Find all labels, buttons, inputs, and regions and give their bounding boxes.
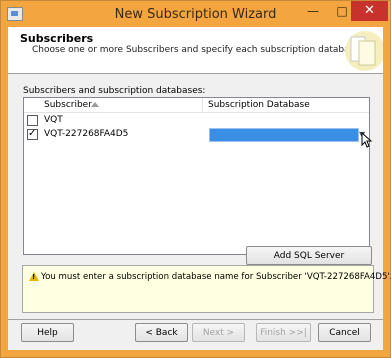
- help-button[interactable]: Help: [21, 323, 74, 342]
- grid-label: Subscribers and subscription databases:: [23, 86, 206, 96]
- column-header-subscriber[interactable]: Subscriber: [44, 100, 92, 110]
- subscriber-checkbox[interactable]: [27, 115, 38, 126]
- subscriber-grid[interactable]: Subscriber Subscription Database VQT VQT…: [23, 97, 370, 255]
- next-button[interactable]: Next >: [192, 323, 245, 342]
- sort-ascending-icon: [91, 102, 99, 107]
- add-sql-server-subscriber-button[interactable]: Add SQL Server Subscriber...: [246, 246, 372, 280]
- column-header-database[interactable]: Subscription Database: [208, 100, 310, 110]
- close-button[interactable]: ✕: [351, 1, 388, 21]
- subscriber-name: VQT-227268FA4D5: [44, 129, 129, 139]
- grid-header: Subscriber Subscription Database: [24, 98, 369, 113]
- table-row[interactable]: VQT: [24, 114, 369, 127]
- title-bar[interactable]: New Subscription Wizard — □ ✕: [1, 1, 390, 27]
- page-subtitle: Choose one or more Subscribers and speci…: [32, 45, 363, 55]
- wizard-graphic-icon: [345, 31, 383, 71]
- back-button[interactable]: < Back: [135, 323, 188, 342]
- minimize-button[interactable]: —: [299, 1, 327, 21]
- finish-button[interactable]: Finish >>|: [256, 323, 311, 342]
- warning-mark: !: [32, 273, 36, 281]
- subscriber-checkbox[interactable]: [27, 128, 38, 140]
- page-title: Subscribers: [20, 32, 94, 45]
- wizard-window: New Subscription Wizard — □ ✕ Subscriber…: [0, 0, 391, 358]
- subscriber-name: VQT: [44, 115, 63, 125]
- column-divider[interactable]: [202, 98, 203, 112]
- mouse-cursor-icon: [361, 132, 373, 148]
- table-row[interactable]: VQT-227268FA4D5 ▼: [24, 128, 369, 142]
- footer-divider: [8, 319, 383, 320]
- validation-message: ! You must enter a subscription database…: [22, 265, 391, 313]
- cancel-button[interactable]: Cancel: [318, 323, 371, 342]
- wizard-client: Subscribers Choose one or more Subscribe…: [8, 27, 391, 350]
- validation-message-text: You must enter a subscription database n…: [41, 272, 391, 282]
- page-header: Subscribers Choose one or more Subscribe…: [8, 27, 383, 74]
- subscription-database-field[interactable]: [209, 128, 359, 142]
